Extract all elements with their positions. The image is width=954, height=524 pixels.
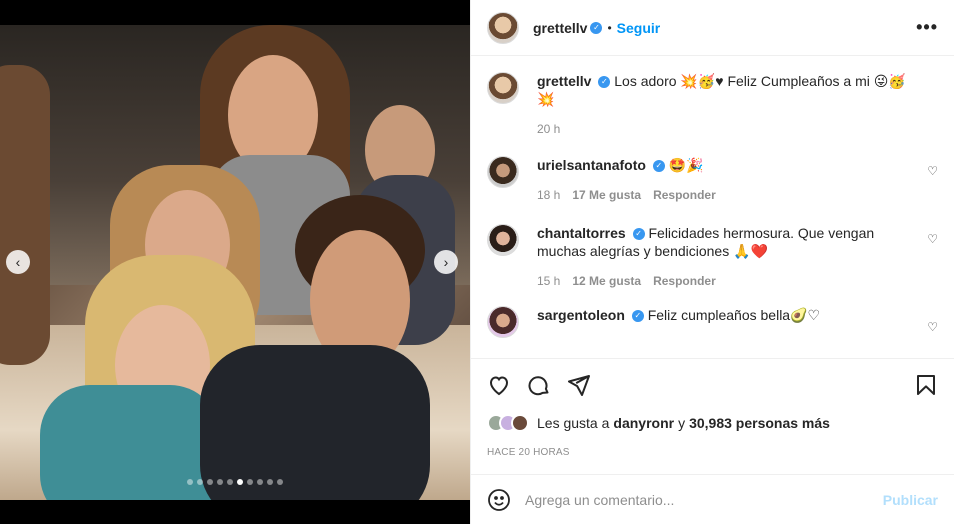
more-options-icon[interactable]: •••	[916, 17, 938, 38]
likes-prefix: Les gusta a	[537, 415, 610, 431]
comment-text: 🤩🎉	[668, 157, 704, 173]
comment-avatar[interactable]	[487, 306, 519, 338]
caption-username[interactable]: grettellv	[537, 73, 591, 89]
comment-likes[interactable]: 17 Me gusta	[572, 188, 641, 202]
carousel-next-button[interactable]: ›	[434, 250, 458, 274]
carousel-dot	[257, 479, 263, 485]
verified-badge-icon: ✓	[598, 76, 611, 89]
caption: grettellv ✓ Los adoro 💥🥳♥ Feliz Cumpleañ…	[487, 72, 938, 136]
carousel-dot	[187, 479, 193, 485]
comment-text: Feliz cumpleaños bella🥑♡	[647, 307, 821, 323]
share-icon[interactable]	[567, 373, 591, 397]
comment-composer: Publicar	[471, 474, 954, 524]
verified-badge-icon: ✓	[632, 228, 645, 241]
comment-time[interactable]: 15 h	[537, 274, 560, 288]
post-header: grettellv ✓ • Seguir •••	[471, 0, 954, 56]
caption-avatar[interactable]	[487, 72, 519, 104]
verified-badge-icon: ✓	[590, 21, 603, 34]
emoji-icon[interactable]	[487, 488, 511, 512]
caption-time[interactable]: 20 h	[537, 122, 560, 136]
post-side-panel: grettellv ✓ • Seguir ••• grettellv ✓ Los…	[470, 0, 954, 524]
photo-jacket-man	[200, 345, 430, 500]
carousel-dot	[227, 479, 233, 485]
caption-text: Los adoro 💥🥳♥ Feliz Cumpleaños a mi 😜🥳💥	[537, 73, 906, 107]
author-avatar[interactable]	[487, 11, 519, 44]
like-comment-heart-icon[interactable]: ♡	[927, 232, 938, 246]
reply-button[interactable]: Responder	[653, 274, 716, 288]
comment-avatar[interactable]	[487, 224, 519, 256]
comment-username[interactable]: urielsantanafoto	[537, 157, 646, 173]
like-comment-heart-icon[interactable]: ♡	[927, 320, 938, 334]
verified-badge-icon: ✓	[652, 160, 665, 173]
comment-time[interactable]: 18 h	[537, 188, 560, 202]
chevron-left-icon: ‹	[15, 254, 21, 270]
follow-button[interactable]: Seguir	[617, 20, 661, 36]
comment-item: chantaltorres ✓ Felicidades hermosura. Q…	[487, 224, 938, 288]
carousel-dot	[207, 479, 213, 485]
post-photo[interactable]: ‹ ›	[0, 25, 470, 500]
post-time[interactable]: HACE 20 HORAS	[487, 447, 570, 458]
comment-input[interactable]	[525, 491, 883, 508]
comment-item: urielsantanafoto ✓ 🤩🎉 18 h 17 Me gusta R…	[487, 156, 938, 202]
carousel-dot	[247, 479, 253, 485]
author-username[interactable]: grettellv	[533, 20, 587, 36]
comment-icon[interactable]	[527, 373, 551, 397]
carousel-dot	[197, 479, 203, 485]
carousel-dot	[237, 479, 243, 485]
publish-button[interactable]: Publicar	[883, 492, 938, 508]
photo-person-left-edge	[0, 65, 50, 365]
comment-item: sargentoleon ✓ Feliz cumpleaños bella🥑♡ …	[487, 306, 938, 338]
carousel-indicator	[0, 479, 470, 485]
heart-icon[interactable]	[487, 373, 511, 397]
likes-count[interactable]: 30,983 personas más	[689, 415, 830, 431]
chevron-right-icon: ›	[443, 254, 449, 270]
bookmark-icon[interactable]	[914, 373, 938, 397]
comments-list[interactable]: grettellv ✓ Los adoro 💥🥳♥ Feliz Cumpleañ…	[471, 56, 954, 358]
likes-conj: y	[678, 415, 686, 431]
carousel-prev-button[interactable]: ‹	[6, 250, 30, 274]
likes-summary: Les gusta a danyronr y 30,983 personas m…	[487, 414, 830, 432]
post-dialog: ‹ › grettellv ✓ • Seguir ••• grettellv ✓…	[0, 0, 954, 524]
comment-avatar[interactable]	[487, 156, 519, 188]
carousel-dot	[277, 479, 283, 485]
carousel-dot	[217, 479, 223, 485]
liker-avatar[interactable]	[511, 414, 529, 432]
carousel-dot	[267, 479, 273, 485]
comment-username[interactable]: sargentoleon	[537, 307, 625, 323]
like-comment-heart-icon[interactable]: ♡	[927, 164, 938, 178]
verified-badge-icon: ✓	[631, 310, 644, 323]
post-actions-bar	[471, 358, 954, 410]
likes-user[interactable]: danyronr	[613, 415, 674, 431]
header-separator: •	[607, 20, 612, 35]
comment-likes[interactable]: 12 Me gusta	[572, 274, 641, 288]
comment-username[interactable]: chantaltorres	[537, 225, 626, 241]
reply-button[interactable]: Responder	[653, 188, 716, 202]
